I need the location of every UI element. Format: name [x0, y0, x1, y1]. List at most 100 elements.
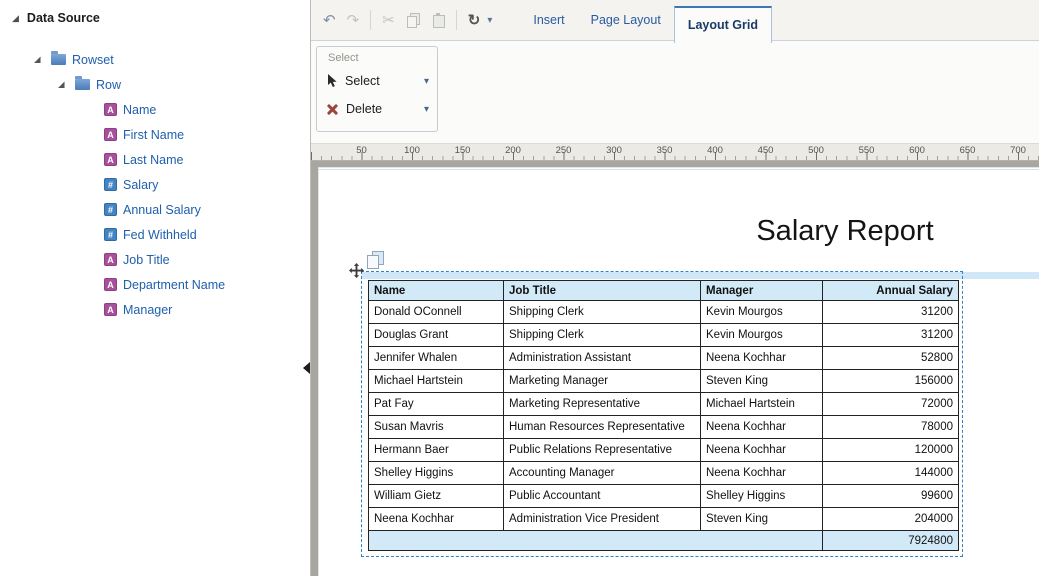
table-row[interactable]: Neena Kochhar Administration Vice Presid… [368, 507, 959, 531]
cell-job-title[interactable]: Marketing Manager [503, 369, 701, 393]
design-canvas: Salary Report Name Job Title Manager Ann… [311, 161, 1039, 576]
table-row[interactable]: Pat Fay Marketing Representative Michael… [368, 392, 959, 416]
table-row[interactable]: William Gietz Public Accountant Shelley … [368, 484, 959, 508]
field-type-icon: A [104, 103, 117, 116]
table-row[interactable]: Michael Hartstein Marketing Manager Stev… [368, 369, 959, 393]
table-total-row[interactable]: 7924800 [368, 530, 959, 551]
preview-icon[interactable]: ↻ [468, 13, 481, 28]
ribbon-tab[interactable]: Layout Grid [673, 5, 772, 43]
cell-annual-salary[interactable]: 52800 [822, 346, 959, 370]
ruler-cell: 250 [513, 144, 572, 160]
cell-name[interactable]: Susan Mavris [368, 415, 504, 439]
cell-annual-salary[interactable]: 156000 [822, 369, 959, 393]
cell-annual-salary[interactable]: 144000 [822, 461, 959, 485]
tree-field-item[interactable]: A First Name [0, 122, 310, 147]
table-header-cell[interactable]: Annual Salary [822, 280, 959, 301]
collapse-arrow-icon [303, 362, 310, 374]
cell-name[interactable]: Douglas Grant [368, 323, 504, 347]
cell-name[interactable]: William Gietz [368, 484, 504, 508]
tree-field-item[interactable]: A Department Name [0, 272, 310, 297]
table-row[interactable]: Hermann Baer Public Relations Representa… [368, 438, 959, 462]
table-row[interactable]: Susan Mavris Human Resources Representat… [368, 415, 959, 439]
copy-object-icon[interactable] [367, 251, 385, 269]
redo-icon[interactable]: ↷ [347, 13, 360, 28]
cell-annual-salary[interactable]: 120000 [822, 438, 959, 462]
delete-dropdown-icon[interactable]: ▾ [424, 104, 429, 115]
cell-job-title[interactable]: Human Resources Representative [503, 415, 701, 439]
ribbon-tab[interactable]: Insert [520, 0, 577, 41]
cell-annual-salary[interactable]: 31200 [822, 300, 959, 324]
paste-icon[interactable] [431, 13, 445, 28]
pointer-icon [328, 74, 337, 87]
tree-field-item[interactable]: # Fed Withheld [0, 222, 310, 247]
disclosure-triangle-icon[interactable]: ◢ [34, 54, 45, 65]
cell-manager[interactable]: Neena Kochhar [700, 415, 823, 439]
cell-manager[interactable]: Shelley Higgins [700, 484, 823, 508]
tree-field-item[interactable]: A Name [0, 97, 310, 122]
cell-manager[interactable]: Kevin Mourgos [700, 300, 823, 324]
cell-name[interactable]: Pat Fay [368, 392, 504, 416]
ruler-cell: 700 [968, 144, 1026, 160]
tree-field-item[interactable]: A Job Title [0, 247, 310, 272]
cell-job-title[interactable]: Public Accountant [503, 484, 701, 508]
cell-manager[interactable]: Kevin Mourgos [700, 323, 823, 347]
cell-job-title[interactable]: Marketing Representative [503, 392, 701, 416]
report-title[interactable]: Salary Report [756, 215, 933, 248]
tree-node-rowset[interactable]: ◢ Rowset [0, 47, 310, 72]
panel-collapse-handle[interactable] [302, 356, 311, 380]
tree-field-item[interactable]: # Salary [0, 172, 310, 197]
copy-icon[interactable] [406, 13, 420, 28]
cell-job-title[interactable]: Shipping Clerk [503, 300, 701, 324]
cell-job-title[interactable]: Administration Vice President [503, 507, 701, 531]
cell-job-title[interactable]: Administration Assistant [503, 346, 701, 370]
table-row[interactable]: Douglas Grant Shipping Clerk Kevin Mourg… [368, 323, 959, 347]
total-value-cell[interactable]: 7924800 [822, 530, 959, 551]
tree-field-item[interactable]: # Annual Salary [0, 197, 310, 222]
total-spacer-cell[interactable] [368, 530, 823, 551]
field-type-icon: A [104, 153, 117, 166]
table-row[interactable]: Shelley Higgins Accounting Manager Neena… [368, 461, 959, 485]
table-header-cell[interactable]: Name [368, 280, 504, 301]
cell-annual-salary[interactable]: 31200 [822, 323, 959, 347]
select-button[interactable]: Select ▾ [326, 74, 429, 88]
cell-annual-salary[interactable]: 204000 [822, 507, 959, 531]
cut-icon[interactable]: ✂ [382, 13, 395, 28]
cell-job-title[interactable]: Shipping Clerk [503, 323, 701, 347]
cell-name[interactable]: Jennifer Whalen [368, 346, 504, 370]
disclosure-triangle-icon[interactable]: ◢ [58, 79, 69, 90]
field-type-icon: # [104, 203, 117, 216]
move-handle-icon[interactable] [349, 263, 364, 278]
grid-cell-border [318, 169, 1039, 170]
cell-manager[interactable]: Neena Kochhar [700, 461, 823, 485]
tree-field-item[interactable]: A Manager [0, 297, 310, 322]
cell-name[interactable]: Hermann Baer [368, 438, 504, 462]
table-row[interactable]: Donald OConnell Shipping Clerk Kevin Mou… [368, 300, 959, 324]
table-row[interactable]: Jennifer Whalen Administration Assistant… [368, 346, 959, 370]
preview-dropdown-icon[interactable]: ▾ [487, 15, 492, 26]
cell-manager[interactable]: Neena Kochhar [700, 438, 823, 462]
disclosure-triangle-icon[interactable]: ◢ [12, 13, 19, 23]
tree-field-item[interactable]: A Last Name [0, 147, 310, 172]
cell-job-title[interactable]: Public Relations Representative [503, 438, 701, 462]
cell-annual-salary[interactable]: 72000 [822, 392, 959, 416]
cell-name[interactable]: Michael Hartstein [368, 369, 504, 393]
table-header-cell[interactable]: Manager [700, 280, 823, 301]
data-table[interactable]: Name Job Title Manager Annual Salary Don… [368, 280, 959, 551]
delete-button[interactable]: Delete ▾ [326, 102, 429, 116]
undo-icon[interactable]: ↶ [323, 13, 336, 28]
ribbon-tab[interactable]: Page Layout [578, 0, 674, 41]
tree-node-row[interactable]: ◢ Row [0, 72, 310, 97]
cell-manager[interactable]: Steven King [700, 507, 823, 531]
cell-name[interactable]: Shelley Higgins [368, 461, 504, 485]
cell-name[interactable]: Donald OConnell [368, 300, 504, 324]
cell-manager[interactable]: Neena Kochhar [700, 346, 823, 370]
cell-annual-salary[interactable]: 99600 [822, 484, 959, 508]
cell-manager[interactable]: Steven King [700, 369, 823, 393]
data-source-header[interactable]: ◢ Data Source [0, 0, 310, 25]
cell-name[interactable]: Neena Kochhar [368, 507, 504, 531]
select-dropdown-icon[interactable]: ▾ [424, 76, 429, 87]
table-header-cell[interactable]: Job Title [503, 280, 701, 301]
cell-annual-salary[interactable]: 78000 [822, 415, 959, 439]
cell-manager[interactable]: Michael Hartstein [700, 392, 823, 416]
cell-job-title[interactable]: Accounting Manager [503, 461, 701, 485]
